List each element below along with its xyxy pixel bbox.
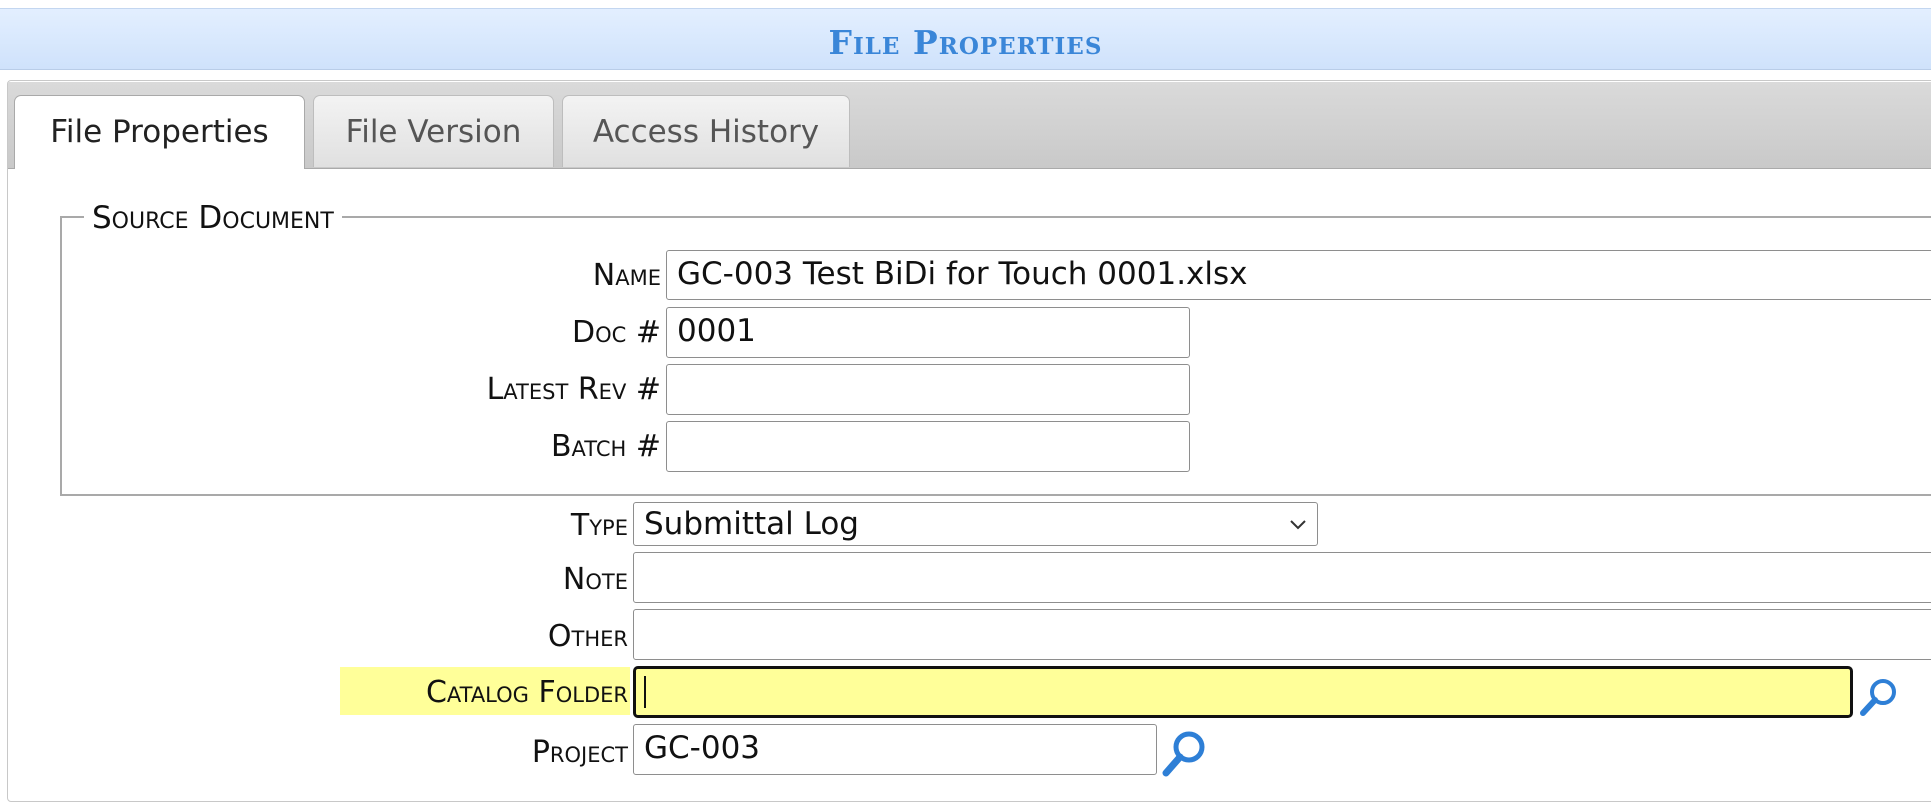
tab-file-version[interactable]: File Version (313, 95, 554, 167)
search-icon[interactable] (1858, 676, 1900, 718)
catalog-folder-field[interactable] (633, 666, 1853, 718)
tab-access-history[interactable]: Access History (562, 95, 850, 167)
chevron-down-icon (1290, 520, 1306, 530)
title-bar: File Properties (0, 8, 1931, 70)
name-field[interactable]: GC-003 Test BiDi for Touch 0001.xlsx (666, 250, 1931, 300)
search-icon[interactable] (1160, 728, 1210, 780)
doc-number-field[interactable]: 0001 (666, 307, 1190, 358)
project-label: Project (531, 735, 628, 770)
batch-number-label: Batch # (550, 429, 661, 464)
type-label: Type (570, 508, 628, 543)
source-document-legend: Source Document (84, 200, 342, 236)
note-field[interactable] (633, 552, 1931, 603)
other-field[interactable] (633, 609, 1931, 660)
window-title: File Properties (828, 23, 1103, 62)
type-select-value: Submittal Log (644, 506, 859, 542)
catalog-folder-label: Catalog Folder (425, 675, 628, 710)
latest-rev-field[interactable] (666, 364, 1190, 415)
latest-rev-label: Latest Rev # (486, 372, 661, 407)
name-label: Name (592, 258, 661, 293)
doc-number-label: Doc # (572, 315, 661, 350)
type-select[interactable]: Submittal Log (633, 502, 1318, 546)
batch-number-field[interactable] (666, 421, 1190, 472)
project-field[interactable]: GC-003 (633, 724, 1157, 775)
other-label: Other (547, 619, 628, 654)
note-label: Note (562, 562, 628, 597)
tab-file-properties[interactable]: File Properties (14, 95, 305, 169)
text-cursor (644, 676, 646, 708)
